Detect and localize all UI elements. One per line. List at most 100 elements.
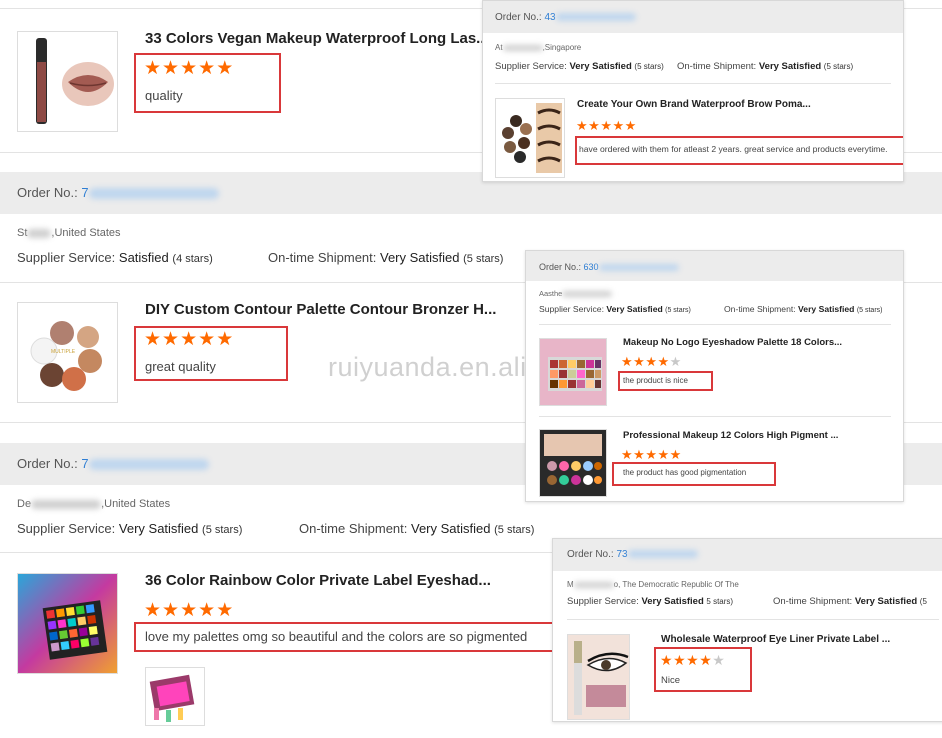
buyer-location: Aasthe [539,289,613,298]
product-title[interactable]: 36 Color Rainbow Color Private Label Eye… [145,572,491,589]
product-thumbnail[interactable] [539,429,607,497]
star-icon: ★ [198,329,217,350]
divider [539,416,891,417]
star-rating: ★★★★★ [621,354,682,370]
star-icon: ★ [180,329,199,350]
supplier-service-rating: Supplier Service: Very Satisfied (5 star… [495,61,664,72]
star-icon: ★ [216,600,235,621]
star-icon: ★ [162,58,181,79]
star-icon: ★ [198,600,217,621]
product-title[interactable]: 33 Colors Vegan Makeup Waterproof Long L… [145,30,489,47]
order-link[interactable]: 7 [81,456,88,471]
buyer-location: Mo, The Democratic Republic Of The [567,580,739,589]
buyer-location: De ,United States [17,498,171,510]
review-comment: Nice [661,675,681,686]
divider [539,324,891,325]
divider [495,83,891,84]
star-icon: ★ [216,58,235,79]
order-number: Order No.: 7 [17,456,209,471]
order-link[interactable]: 630 [584,262,599,272]
order-link[interactable]: 7 [81,185,88,200]
order-link[interactable]: 73 [616,549,627,560]
order-number: Order No.: 7 [17,185,219,200]
product-title[interactable]: Create Your Own Brand Waterproof Brow Po… [577,99,811,110]
star-icon: ★ [686,652,700,668]
supplier-service-rating: Supplier Service: Very Satisfied (5 star… [539,304,691,314]
star-rating: ★★★★★ [621,447,682,463]
star-icon: ★ [198,58,217,79]
star-icon: ★ [216,329,235,350]
product-thumbnail[interactable] [17,573,118,674]
review-comment: the product has good pigmentation [623,468,747,477]
star-icon: ★ [699,652,713,668]
shipment-rating: On-time Shipment: Very Satisfied (5 star… [677,61,854,72]
shipment-rating: On-time Shipment: Very Satisfied (5 [773,596,927,607]
supplier-service-rating: Supplier Service: Very Satisfied 5 stars… [567,596,734,607]
product-title[interactable]: DIY Custom Contour Palette Contour Bronz… [145,301,496,318]
star-icon: ★ [624,118,637,133]
review-card-3: Order No.: 73 Mo, The Democratic Republi… [552,538,942,722]
product-thumbnail[interactable] [567,634,630,720]
star-rating: ★★★★★ [576,118,637,134]
product-title[interactable]: Professional Makeup 12 Colors High Pigme… [623,430,838,441]
review-comment: great quality [145,359,216,374]
star-icon: ★ [144,329,163,350]
product-title[interactable]: Makeup No Logo Eyeshadow Palette 18 Colo… [623,337,842,348]
star-icon: ★ [576,118,589,133]
shipment-rating: On-time Shipment: Very Satisfied (5 star… [724,304,883,314]
star-icon: ★ [144,600,163,621]
buyer-location: At ,Singapore [495,43,582,52]
star-icon: ★ [621,447,634,462]
star-icon: ★ [600,118,613,133]
star-icon: ★ [621,354,634,369]
star-icon: ★ [633,447,646,462]
star-icon: ★ [144,58,163,79]
star-rating: ★★★★★ [144,328,234,351]
star-rating: ★★★★★ [660,652,725,669]
supplier-service-rating: Supplier Service: Very Satisfied (5 star… [17,521,243,536]
star-icon: ★ [612,118,625,133]
svg-text:MULTIPLE: MULTIPLE [51,349,76,355]
star-icon: ★ [712,652,726,668]
star-rating: ★★★★★ [144,57,234,80]
review-card-2: Order No.: 630 Aasthe Supplier Service: … [525,250,904,502]
lip-gloss-image [36,38,114,124]
order-link[interactable]: 43 [544,12,555,23]
review-comment: the product is nice [623,376,688,385]
review-card-1: Order No.: 43 At ,Singapore Supplier Serv… [482,0,904,182]
star-icon: ★ [669,447,682,462]
star-icon: ★ [660,652,674,668]
order-number: Order No.: 43 [495,12,636,23]
star-icon: ★ [657,447,670,462]
supplier-service-rating: Supplier Service: Satisfied (4 stars) [17,250,213,265]
order-number: Order No.: 630 [539,262,679,272]
product-title[interactable]: Wholesale Waterproof Eye Liner Private L… [661,634,890,645]
review-comment: quality [145,88,183,103]
rainbow-palette-image [18,574,117,673]
contour-palette-image: MULTIPLE [30,321,102,391]
star-icon: ★ [162,329,181,350]
star-rating: ★★★★★ [144,599,234,622]
product-thumbnail[interactable] [539,338,607,406]
eyeliner-image [568,635,629,719]
review-photo[interactable] [145,667,205,726]
order-number: Order No.: 73 [567,549,698,560]
star-icon: ★ [645,447,658,462]
star-icon: ★ [180,600,199,621]
star-icon: ★ [673,652,687,668]
product-thumbnail[interactable] [17,31,118,132]
divider [567,619,939,620]
star-icon: ★ [588,118,601,133]
review-comment: have ordered with them for atleast 2 yea… [579,144,888,154]
product-thumbnail[interactable] [495,98,565,178]
product-thumbnail[interactable]: MULTIPLE [17,302,118,403]
shipment-rating: On-time Shipment: Very Satisfied (5 star… [268,250,504,265]
star-icon: ★ [162,600,181,621]
star-icon: ★ [657,354,670,369]
star-icon: ★ [180,58,199,79]
shipment-rating: On-time Shipment: Very Satisfied (5 star… [299,521,535,536]
brow-pomade-image [502,103,562,173]
review-comment: love my palettes omg so beautiful and th… [145,629,528,644]
buyer-location: St ,United States [17,227,121,239]
star-icon: ★ [645,354,658,369]
